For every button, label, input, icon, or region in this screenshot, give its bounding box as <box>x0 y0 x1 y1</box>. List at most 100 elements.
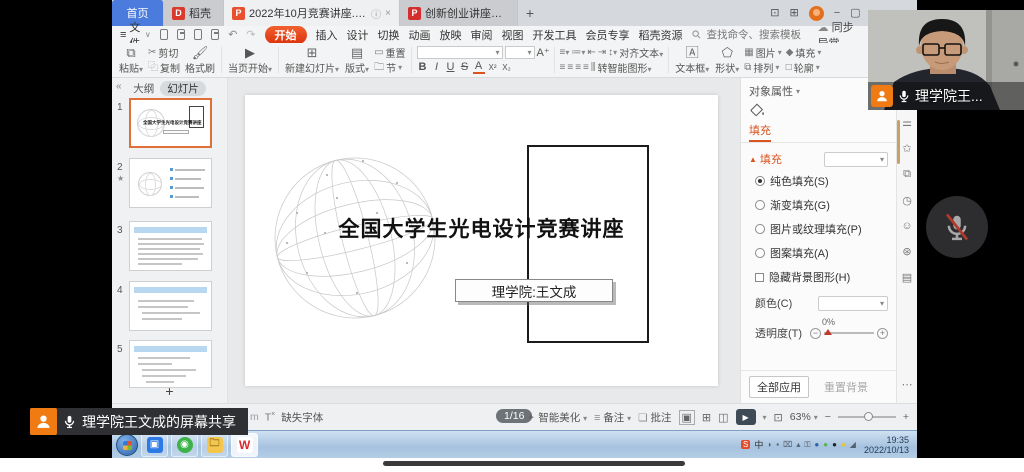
slide-subtitle[interactable]: 理学院:王文成 <box>455 279 613 302</box>
tab-grid-icon[interactable]: ⊞ <box>790 8 799 19</box>
close-tab-icon[interactable]: × <box>385 8 391 19</box>
align-center-icon[interactable]: ≡ <box>567 63 573 73</box>
tray-icon[interactable]: ● <box>841 440 846 449</box>
tab-active-document[interactable]: P2022年10月竞赛讲座.pptxⓘ× <box>224 0 400 26</box>
new-slide-button[interactable]: ⊞新建幻灯片▾ <box>282 45 342 75</box>
new-tab-button[interactable]: + <box>518 0 542 26</box>
print-preview-icon[interactable] <box>211 29 219 40</box>
increase-font-icon[interactable]: A⁺ <box>537 46 549 59</box>
decrease-indent-icon[interactable]: ⇤ <box>587 48 595 58</box>
zoom-slider-thumb[interactable] <box>864 412 873 421</box>
play-options-icon[interactable]: ▾ <box>763 413 767 422</box>
transparency-minus-icon[interactable]: − <box>810 328 821 339</box>
screen-share-banner[interactable]: 理学院王文成的屏幕共享 <box>30 408 248 435</box>
effects-star-icon[interactable]: ✩ <box>902 142 911 155</box>
text-box-button[interactable]: 🄰文本框▾ <box>672 45 712 75</box>
taskbar-icon-meeting[interactable]: ▣ <box>141 433 168 457</box>
menu-item-slideshow[interactable]: 放映 <box>440 27 462 43</box>
search-input[interactable] <box>705 28 809 42</box>
underline-button[interactable]: U <box>445 61 457 73</box>
menu-item-design[interactable]: 设计 <box>347 27 369 43</box>
taskbar-clock[interactable]: 19:35 2022/10/13 <box>860 435 913 455</box>
reset-background-button[interactable]: 重置背景 <box>817 377 875 397</box>
tab-outline[interactable]: 大纲 <box>133 81 154 96</box>
participant-video-tile[interactable]: 理学院王... <box>868 10 1024 110</box>
collapsed-toolbar-handle[interactable] <box>383 461 685 466</box>
reset-button[interactable]: ▭重置 <box>372 45 407 60</box>
superscript-button[interactable]: X² <box>487 63 499 72</box>
tray-network-icon[interactable]: ◢ <box>850 440 856 449</box>
tray-usb-icon[interactable]: ▴ <box>796 440 800 449</box>
settings-gear-icon[interactable]: ⊛ <box>902 245 911 258</box>
fill-preset-dropdown[interactable]: ▾ <box>824 152 888 167</box>
slide-sorter-view-icon[interactable]: ⊞ <box>702 411 711 424</box>
zoom-level[interactable]: 63% ▾ <box>790 411 818 423</box>
bold-button[interactable]: B <box>417 61 429 73</box>
increase-indent-icon[interactable]: ⇥ <box>598 48 606 58</box>
print-icon[interactable] <box>194 29 202 40</box>
maximize-icon[interactable]: ▢ <box>850 8 860 19</box>
muted-participant-tile[interactable] <box>926 196 988 258</box>
tab-fill[interactable]: 填充 <box>749 122 771 142</box>
minimize-icon[interactable]: − <box>834 8 840 19</box>
zoom-slider[interactable] <box>838 416 896 418</box>
menu-item-home[interactable]: 开始 <box>265 26 307 44</box>
more-icon[interactable]: ⋯ <box>902 378 913 391</box>
tab-docer[interactable]: D稻壳 <box>164 0 224 26</box>
menu-item-docer-resources[interactable]: 稻壳资源 <box>639 27 683 43</box>
menu-item-insert[interactable]: 插入 <box>316 27 338 43</box>
font-name-dropdown[interactable]: ▾ <box>417 46 503 59</box>
play-from-current-button[interactable]: ▶当页开始▾ <box>225 45 275 75</box>
sticker-face-icon[interactable]: ☺ <box>901 220 912 232</box>
slide-thumbnail-2[interactable] <box>129 158 212 208</box>
zoom-in-icon[interactable]: + <box>903 411 909 423</box>
taskbar-icon-wps[interactable]: W <box>231 433 258 457</box>
panes-icon[interactable]: ⧉ <box>903 168 911 181</box>
radio-picture-fill[interactable]: 图片或纹理填充(P) <box>741 217 896 241</box>
notebook-icon[interactable]: ▤ <box>902 271 912 284</box>
zoom-out-icon[interactable]: − <box>825 411 831 423</box>
transparency-slider[interactable] <box>824 332 874 334</box>
color-dropdown[interactable]: ▾ <box>818 296 888 311</box>
tray-qq-icon[interactable]: ● <box>832 440 837 449</box>
bullet-list-icon[interactable]: ≡▾ <box>560 48 570 58</box>
cut-button[interactable]: ✂剪切 <box>146 45 182 60</box>
menu-item-review[interactable]: 审阅 <box>471 27 493 43</box>
integration-mode-icon[interactable]: ⊡ <box>770 8 779 19</box>
radio-solid-fill[interactable]: 纯色填充(S) <box>741 169 896 193</box>
start-button[interactable] <box>116 434 138 456</box>
strikethrough-button[interactable]: S <box>459 61 471 73</box>
chevron-down-icon[interactable]: ▾ <box>796 87 800 96</box>
menu-item-membership[interactable]: 会员专享 <box>586 27 630 43</box>
normal-view-icon[interactable]: ▣ <box>679 410 695 425</box>
copy-button[interactable]: ⿻复制 <box>146 60 182 75</box>
to-smartart-button[interactable]: 转智能图形▾ <box>598 60 652 75</box>
menu-item-devtools[interactable]: 开发工具 <box>533 27 577 43</box>
distribute-icon[interactable]: ⫼ <box>591 63 596 73</box>
properties-icon[interactable]: ⚌ <box>902 116 912 129</box>
slide-thumbnail-3[interactable] <box>129 221 212 271</box>
arrange-button[interactable]: ⧉排列▾ <box>742 60 783 75</box>
beautify-button[interactable]: ✦ 智能美化 ▾ <box>526 410 587 425</box>
paste-button[interactable]: ⧉粘贴▾ <box>116 45 146 75</box>
notes-button[interactable]: ≡ 备注 ▾ <box>594 410 631 425</box>
align-left-icon[interactable]: ≡ <box>560 63 566 73</box>
slide-title[interactable]: 全国大学生光电设计竞赛讲座 <box>245 213 718 243</box>
taskbar-icon-explorer[interactable]: 🗀 <box>201 433 228 457</box>
comments-button[interactable]: ❏ 批注 <box>638 410 671 425</box>
command-search[interactable] <box>692 28 809 42</box>
menu-item-transitions[interactable]: 切换 <box>378 27 400 43</box>
menu-item-view[interactable]: 视图 <box>502 27 524 43</box>
info-icon[interactable]: ⓘ <box>371 6 381 21</box>
slide-canvas[interactable]: 全国大学生光电设计竞赛讲座 理学院:王文成 <box>245 95 718 386</box>
save-icon[interactable] <box>160 29 168 40</box>
tab-slides[interactable]: 幻灯片 <box>160 81 206 96</box>
font-color-button[interactable]: A <box>473 60 485 74</box>
tab-pdf-document[interactable]: P创新创业讲座要求.pdf <box>400 0 518 26</box>
layout-button[interactable]: ▤版式▾ <box>342 45 372 75</box>
outline-button[interactable]: □轮廓▾ <box>784 60 824 75</box>
slideshow-play-button[interactable]: ▶ <box>736 409 756 425</box>
slide-thumbnail-4[interactable] <box>129 281 212 331</box>
menu-item-animations[interactable]: 动画 <box>409 27 431 43</box>
format-painter-button[interactable]: 🖌格式刷 <box>182 45 218 75</box>
